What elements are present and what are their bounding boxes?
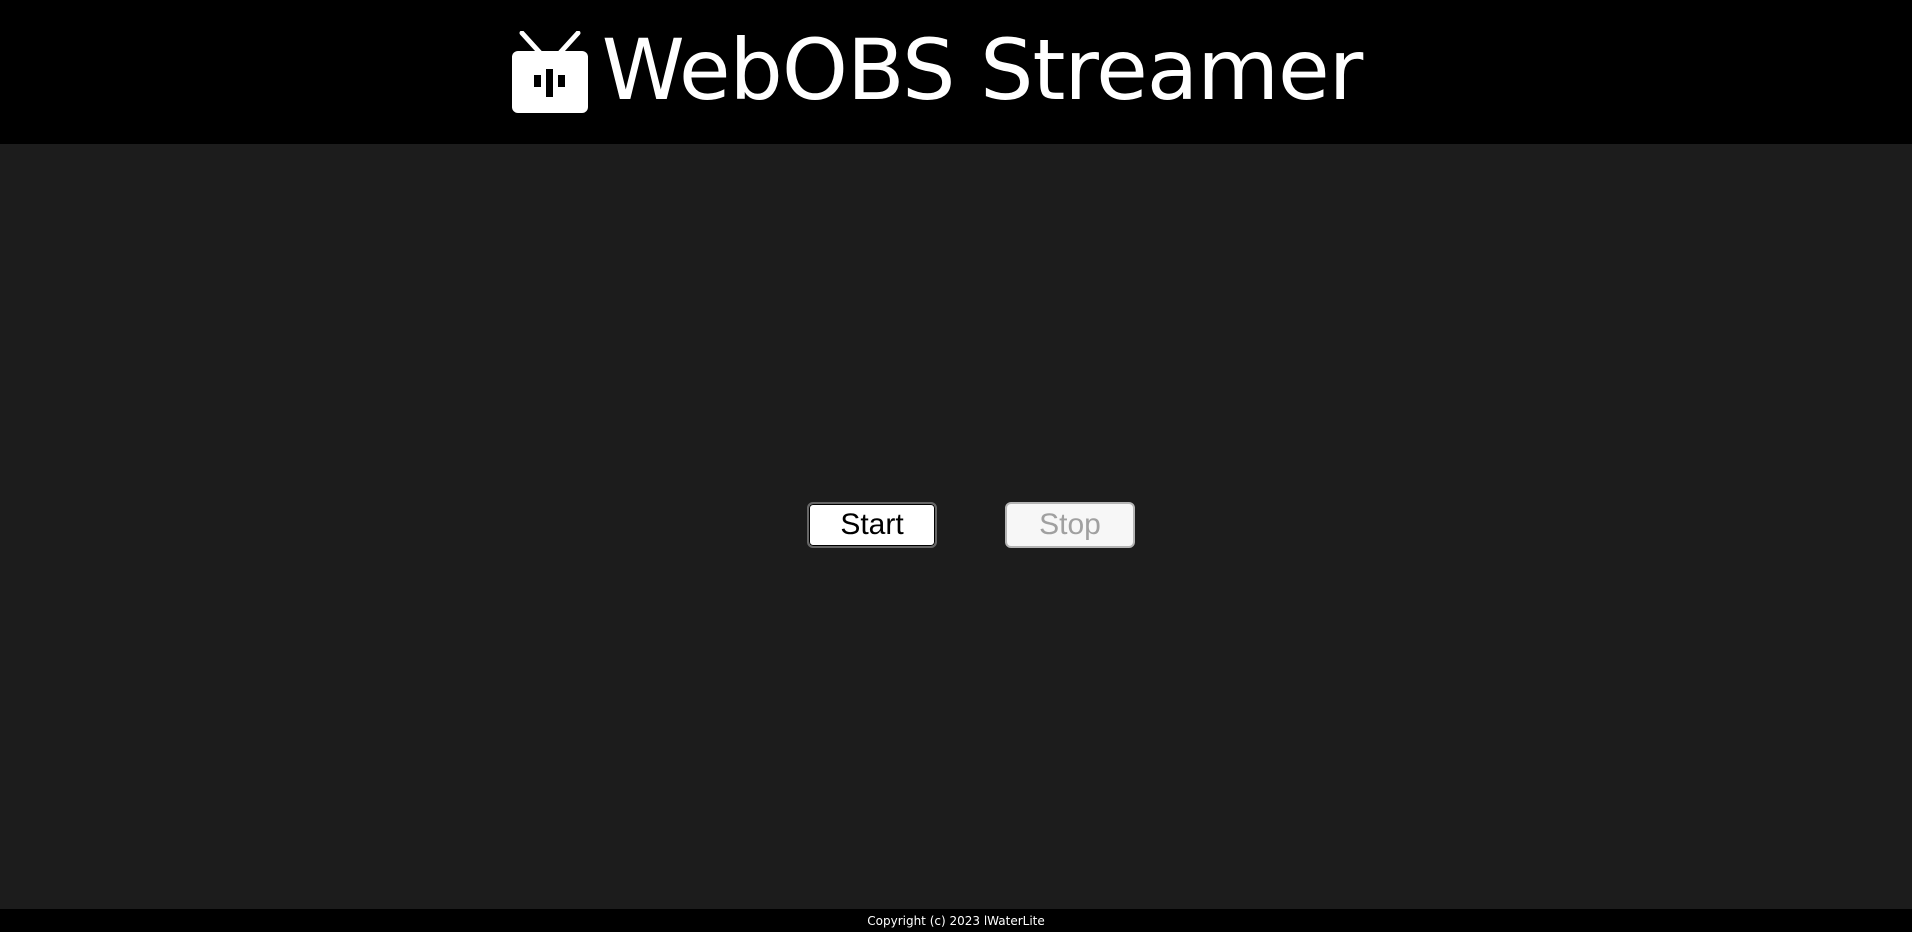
start-button[interactable]: Start — [807, 502, 937, 548]
brand: WebOBS Streamer — [511, 21, 1364, 119]
stream-controls: Start Stop — [0, 502, 1912, 548]
app-title: WebOBS Streamer — [601, 21, 1364, 119]
app-footer: Copyright (c) 2023 lWaterLite — [0, 909, 1912, 932]
app-header: WebOBS Streamer — [0, 0, 1912, 144]
stop-button[interactable]: Stop — [1005, 502, 1135, 548]
tv-icon — [511, 31, 588, 113]
copyright-text: Copyright (c) 2023 lWaterLite — [867, 913, 1045, 928]
main-area: Start Stop — [0, 144, 1912, 909]
